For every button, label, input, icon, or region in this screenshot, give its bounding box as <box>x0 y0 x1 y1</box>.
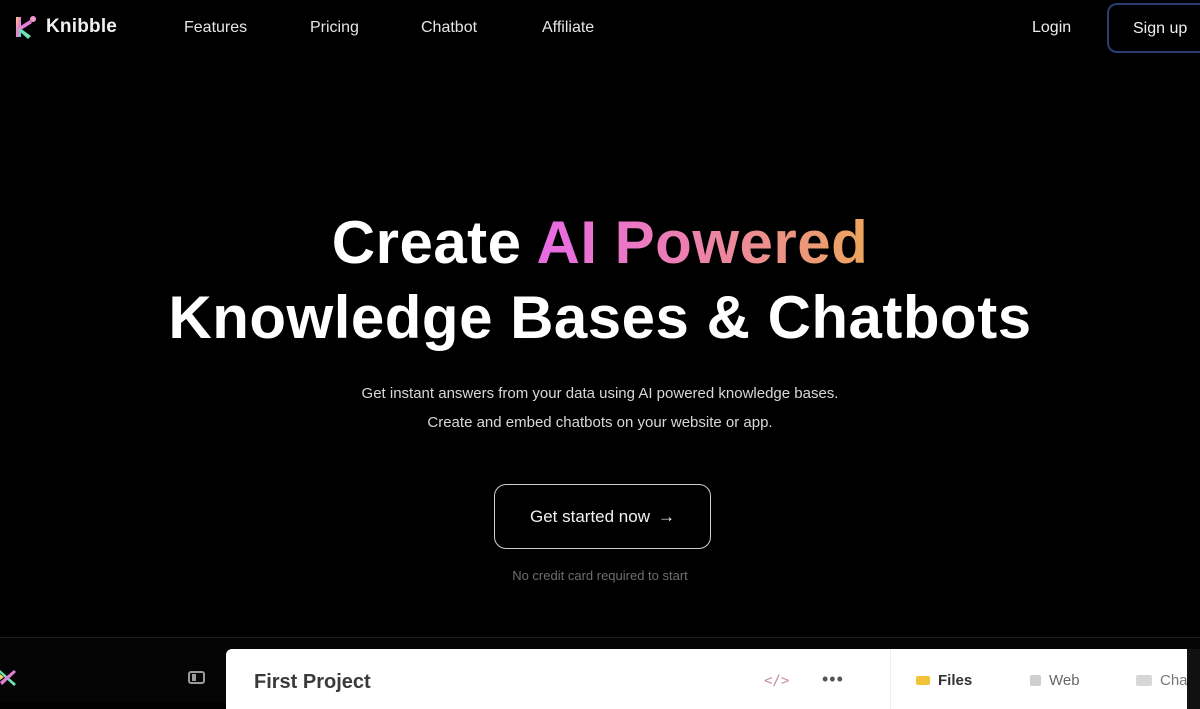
top-nav: Knibble Features Pricing Chatbot Affilia… <box>0 0 1200 57</box>
brand-name: Knibble <box>46 16 118 37</box>
login-link[interactable]: Login <box>1032 19 1071 37</box>
signup-button[interactable]: Sign up <box>1107 3 1200 53</box>
app-preview: First Project </> ••• Files Web Cha <box>0 637 1200 709</box>
tab-chat[interactable]: Cha <box>1136 672 1188 689</box>
brand-logo[interactable]: Knibble <box>12 14 117 40</box>
get-started-button[interactable]: Get started now → <box>494 484 711 549</box>
chat-icon <box>1136 675 1152 686</box>
hero-title-line1: Create AI Powered <box>0 208 1200 277</box>
web-icon <box>1030 675 1041 686</box>
tab-files-label: Files <box>938 672 973 689</box>
get-started-label: Get started now <box>529 506 650 526</box>
more-options-icon[interactable]: ••• <box>822 669 844 690</box>
embed-code-icon[interactable]: </> <box>764 673 789 689</box>
knibble-logo-icon <box>16 16 36 39</box>
hero-title-prefix: Create <box>331 209 537 276</box>
tab-web-label: Web <box>1049 672 1080 689</box>
hero-subtitle-line2: Create and embed chatbots on your websit… <box>427 414 773 431</box>
tab-files[interactable]: Files <box>916 672 972 689</box>
panel-divider <box>890 649 891 709</box>
project-title: First Project <box>254 671 371 693</box>
tab-web[interactable]: Web <box>1030 672 1080 689</box>
sidebar-toggle-icon[interactable] <box>188 671 205 684</box>
nav-link-affiliate[interactable]: Affiliate <box>542 19 594 37</box>
nav-link-pricing[interactable]: Pricing <box>310 19 359 37</box>
nav-link-chatbot[interactable]: Chatbot <box>421 19 477 37</box>
folder-icon <box>916 676 930 685</box>
tab-chat-label: Cha <box>1160 672 1188 689</box>
no-credit-card-note: No credit card required to start <box>512 568 688 583</box>
app-logo-icon <box>0 670 16 686</box>
nav-link-features[interactable]: Features <box>184 19 247 37</box>
side-widget <box>1187 649 1200 709</box>
hero-title-line2: Knowledge Bases & Chatbots <box>168 284 1032 351</box>
project-panel: First Project </> ••• Files Web Cha <box>226 649 1190 709</box>
hero-title-highlight: AI Powered <box>536 209 869 276</box>
arrow-right-icon: → <box>658 506 675 526</box>
hero-subtitle-line1: Get instant answers from your data using… <box>361 385 839 402</box>
signup-label: Sign up <box>1133 20 1188 37</box>
